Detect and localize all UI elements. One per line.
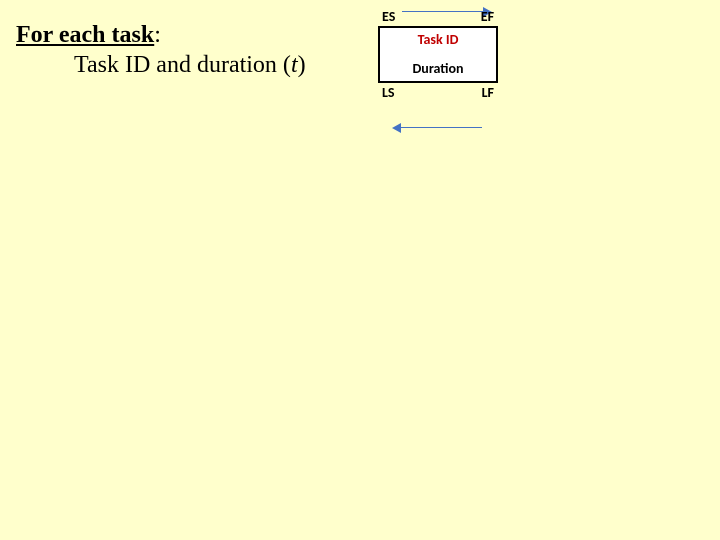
label-ef: EF — [481, 8, 494, 25]
slide-subline: Task ID and duration (t) — [74, 52, 306, 79]
bottom-label-row: LS LF — [378, 84, 498, 101]
backward-pass-arrow — [392, 122, 482, 134]
subline-var: t — [291, 52, 298, 78]
top-label-row: ES EF — [378, 8, 498, 25]
label-ls: LS — [382, 84, 395, 101]
heading-lead: For each task — [16, 22, 154, 48]
duration-label: Duration — [380, 60, 496, 81]
heading-tail: : — [154, 22, 161, 48]
task-node-legend: ES EF Task ID Duration LS LF — [378, 8, 498, 138]
subline-pre: Task ID and duration ( — [74, 52, 291, 78]
arrow-head-left-icon — [392, 123, 401, 133]
arrow-line — [400, 127, 482, 128]
label-es: ES — [382, 8, 395, 25]
task-box: Task ID Duration — [378, 26, 498, 83]
task-id-label: Task ID — [380, 28, 496, 60]
subline-post: ) — [298, 52, 306, 78]
slide-heading: For each task: — [16, 22, 161, 49]
label-lf: LF — [482, 84, 494, 101]
